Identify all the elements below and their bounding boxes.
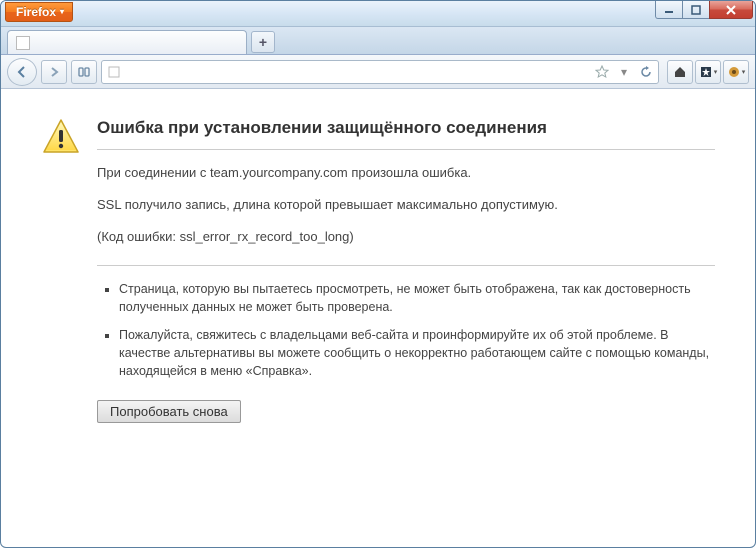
tab-strip: + <box>1 27 755 55</box>
bookmark-star-icon[interactable] <box>594 64 610 80</box>
error-details-list: Страница, которую вы пытаетесь просмотре… <box>97 265 715 381</box>
list-item: Пожалуйста, свяжитесь с владельцами веб-… <box>119 326 715 380</box>
chevron-down-icon: ▾ <box>714 68 718 76</box>
recent-icon <box>77 66 91 78</box>
arrow-left-icon <box>15 65 29 79</box>
minimize-button[interactable] <box>655 1 683 19</box>
error-message-1: При соединении с team.yourcompany.com пр… <box>97 164 715 182</box>
error-message-2: SSL получило запись, длина которой превы… <box>97 196 715 214</box>
firefox-menu-label: Firefox <box>16 5 56 19</box>
addon-icon <box>727 65 741 79</box>
browser-tab[interactable] <box>7 30 247 54</box>
bookmark-icon <box>699 65 713 79</box>
maximize-icon <box>691 5 701 15</box>
site-identity-icon[interactable] <box>106 64 122 80</box>
reload-button[interactable] <box>638 64 654 80</box>
warning-icon <box>41 117 81 423</box>
page-content: Ошибка при установлении защищённого соед… <box>1 89 755 547</box>
dropdown-history-button[interactable]: ▾ <box>616 64 632 80</box>
navigation-toolbar: ▾ ▾ ▾ <box>1 55 755 89</box>
toolbar-buttons: ▾ ▾ <box>667 60 749 84</box>
window-controls <box>656 1 753 19</box>
url-input[interactable] <box>128 65 588 79</box>
home-icon <box>673 65 687 79</box>
minimize-icon <box>664 5 674 15</box>
plus-icon: + <box>259 34 267 50</box>
address-bar[interactable]: ▾ <box>101 60 659 84</box>
new-tab-button[interactable]: + <box>251 31 275 53</box>
retry-button[interactable]: Попробовать снова <box>97 400 241 423</box>
close-icon <box>725 5 737 15</box>
error-title: Ошибка при установлении защищённого соед… <box>97 117 715 150</box>
chevron-down-icon: ▾ <box>60 7 64 16</box>
page-icon <box>16 36 30 50</box>
close-button[interactable] <box>709 1 753 19</box>
error-code: (Код ошибки: ssl_error_rx_record_too_lon… <box>97 228 715 246</box>
window-titlebar: Firefox ▾ <box>1 1 755 27</box>
forward-button[interactable] <box>41 60 67 84</box>
firefox-menu-button[interactable]: Firefox ▾ <box>5 2 73 22</box>
maximize-button[interactable] <box>682 1 710 19</box>
chevron-down-icon: ▾ <box>742 68 746 76</box>
back-button[interactable] <box>7 58 37 86</box>
bookmarks-button[interactable]: ▾ <box>695 60 721 84</box>
arrow-right-icon <box>48 66 60 78</box>
recent-pages-button[interactable] <box>71 60 97 84</box>
list-item: Страница, которую вы пытаетесь просмотре… <box>119 280 715 316</box>
home-button[interactable] <box>667 60 693 84</box>
addon-button[interactable]: ▾ <box>723 60 749 84</box>
